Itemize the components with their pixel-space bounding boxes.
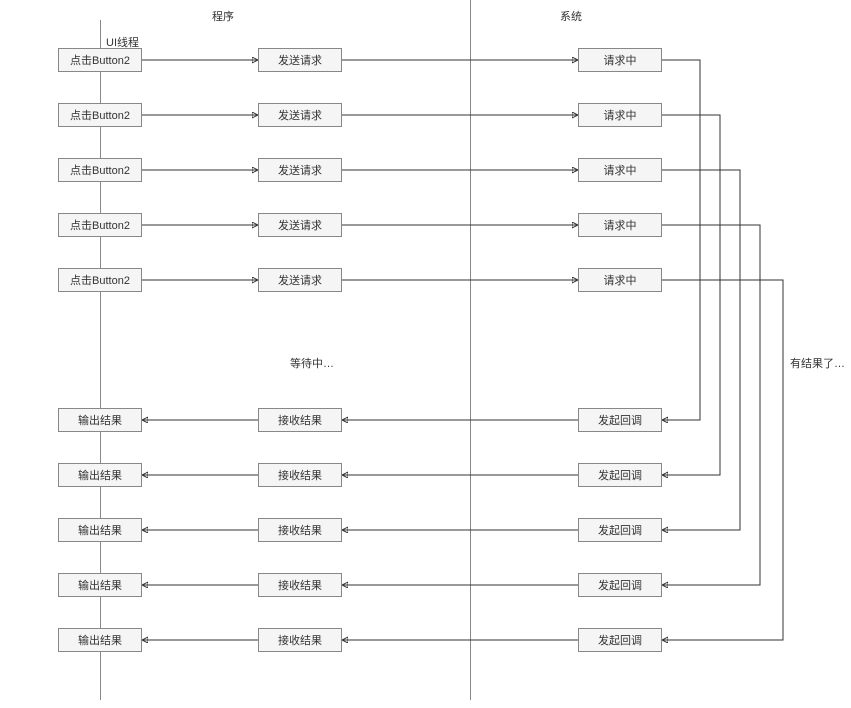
receive-box-1: 接收结果	[258, 463, 342, 487]
callback-box-3: 发起回调	[578, 573, 662, 597]
label-have-result: 有结果了…	[790, 355, 845, 371]
output-box-0: 输出结果	[58, 408, 142, 432]
callback-box-2: 发起回调	[578, 518, 662, 542]
send-box-1: 发送请求	[258, 103, 342, 127]
click-box-3: 点击Button2	[58, 213, 142, 237]
click-box-2: 点击Button2	[58, 158, 142, 182]
output-box-2: 输出结果	[58, 518, 142, 542]
send-box-4: 发送请求	[258, 268, 342, 292]
click-box-1: 点击Button2	[58, 103, 142, 127]
send-box-2: 发送请求	[258, 158, 342, 182]
send-box-3: 发送请求	[258, 213, 342, 237]
receive-box-4: 接收结果	[258, 628, 342, 652]
flow-diagram: 程序 系统 UI线程 等待中… 有结果了… 点击Button2发送请求请求中点击…	[0, 0, 851, 708]
status-box-1: 请求中	[578, 103, 662, 127]
send-box-0: 发送请求	[258, 48, 342, 72]
label-waiting: 等待中…	[290, 355, 334, 371]
header-system: 系统	[560, 8, 582, 24]
status-box-3: 请求中	[578, 213, 662, 237]
receive-box-0: 接收结果	[258, 408, 342, 432]
output-box-3: 输出结果	[58, 573, 142, 597]
header-program: 程序	[212, 8, 234, 24]
callback-box-1: 发起回调	[578, 463, 662, 487]
system-lane	[470, 0, 471, 700]
click-box-4: 点击Button2	[58, 268, 142, 292]
callback-box-0: 发起回调	[578, 408, 662, 432]
receive-box-2: 接收结果	[258, 518, 342, 542]
status-box-0: 请求中	[578, 48, 662, 72]
click-box-0: 点击Button2	[58, 48, 142, 72]
receive-box-3: 接收结果	[258, 573, 342, 597]
callback-box-4: 发起回调	[578, 628, 662, 652]
status-box-4: 请求中	[578, 268, 662, 292]
output-box-1: 输出结果	[58, 463, 142, 487]
output-box-4: 输出结果	[58, 628, 142, 652]
status-box-2: 请求中	[578, 158, 662, 182]
